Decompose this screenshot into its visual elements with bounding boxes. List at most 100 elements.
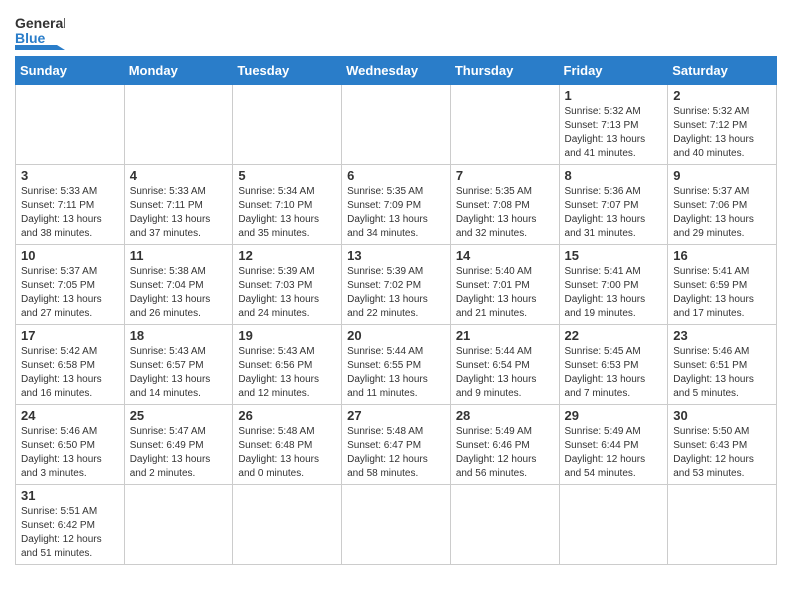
- day-number: 28: [456, 408, 554, 423]
- weekday-header-thursday: Thursday: [450, 57, 559, 85]
- calendar-cell: 13 Sunrise: 5:39 AM Sunset: 7:02 PM Dayli…: [342, 245, 451, 325]
- calendar-cell: [16, 85, 125, 165]
- day-info: Sunrise: 5:41 AM Sunset: 7:00 PM Dayligh…: [565, 265, 663, 321]
- day-number: 4: [130, 168, 228, 183]
- calendar-cell: 25Sunrise: 5:47 AM Sunset: 6:49 PM Dayli…: [124, 405, 233, 485]
- logo: General Blue: [15, 10, 65, 50]
- weekday-header-sunday: Sunday: [16, 57, 125, 85]
- day-number: 23: [673, 328, 771, 343]
- day-info: Sunrise: 5:37 AM Sunset: 7:05 PM Dayligh…: [21, 265, 119, 321]
- week-row-0: 1 Sunrise: 5:32 AM Sunset: 7:13 PM Daylig…: [16, 85, 777, 165]
- day-number: 25: [130, 408, 228, 423]
- day-number: 18: [130, 328, 228, 343]
- week-row-3: 17Sunrise: 5:42 AM Sunset: 6:58 PM Dayli…: [16, 325, 777, 405]
- weekday-header-wednesday: Wednesday: [342, 57, 451, 85]
- day-number: 31: [21, 488, 119, 503]
- day-info: Sunrise: 5:49 AM Sunset: 6:46 PM Dayligh…: [456, 425, 554, 481]
- day-info: Sunrise: 5:38 AM Sunset: 7:04 PM Dayligh…: [130, 265, 228, 321]
- day-info: Sunrise: 5:37 AM Sunset: 7:06 PM Dayligh…: [673, 185, 771, 241]
- calendar-cell: 14Sunrise: 5:40 AM Sunset: 7:01 PM Dayli…: [450, 245, 559, 325]
- page-header: General Blue: [15, 10, 777, 50]
- calendar-cell: [233, 85, 342, 165]
- calendar-cell: 18 Sunrise: 5:43 AM Sunset: 6:57 PM Dayli…: [124, 325, 233, 405]
- day-number: 21: [456, 328, 554, 343]
- day-number: 1: [565, 88, 663, 103]
- calendar-cell: 8 Sunrise: 5:36 AM Sunset: 7:07 PM Daylig…: [559, 165, 668, 245]
- day-info: Sunrise: 5:44 AM Sunset: 6:54 PM Dayligh…: [456, 345, 554, 401]
- calendar-cell: 26Sunrise: 5:48 AM Sunset: 6:48 PM Dayli…: [233, 405, 342, 485]
- day-info: Sunrise: 5:35 AM Sunset: 7:08 PM Dayligh…: [456, 185, 554, 241]
- day-number: 22: [565, 328, 663, 343]
- calendar-cell: 6 Sunrise: 5:35 AM Sunset: 7:09 PM Daylig…: [342, 165, 451, 245]
- week-row-1: 3Sunrise: 5:33 AM Sunset: 7:11 PM Daylig…: [16, 165, 777, 245]
- calendar-cell: [124, 85, 233, 165]
- day-info: Sunrise: 5:41 AM Sunset: 6:59 PM Dayligh…: [673, 265, 771, 321]
- calendar-cell: [233, 485, 342, 565]
- day-info: Sunrise: 5:36 AM Sunset: 7:07 PM Dayligh…: [565, 185, 663, 241]
- calendar-table: SundayMondayTuesdayWednesdayThursdayFrid…: [15, 56, 777, 565]
- calendar-cell: 11Sunrise: 5:38 AM Sunset: 7:04 PM Dayli…: [124, 245, 233, 325]
- day-number: 15: [565, 248, 663, 263]
- calendar-cell: 23 Sunrise: 5:46 AM Sunset: 6:51 PM Dayli…: [668, 325, 777, 405]
- calendar-cell: 10 Sunrise: 5:37 AM Sunset: 7:05 PM Dayli…: [16, 245, 125, 325]
- calendar-cell: 30 Sunrise: 5:50 AM Sunset: 6:43 PM Dayli…: [668, 405, 777, 485]
- weekday-header-tuesday: Tuesday: [233, 57, 342, 85]
- day-info: Sunrise: 5:32 AM Sunset: 7:13 PM Dayligh…: [565, 105, 663, 161]
- day-info: Sunrise: 5:34 AM Sunset: 7:10 PM Dayligh…: [238, 185, 336, 241]
- day-number: 6: [347, 168, 445, 183]
- calendar-cell: 1 Sunrise: 5:32 AM Sunset: 7:13 PM Daylig…: [559, 85, 668, 165]
- weekday-header-saturday: Saturday: [668, 57, 777, 85]
- day-number: 13: [347, 248, 445, 263]
- day-info: Sunrise: 5:46 AM Sunset: 6:51 PM Dayligh…: [673, 345, 771, 401]
- calendar-cell: [450, 85, 559, 165]
- weekday-header-monday: Monday: [124, 57, 233, 85]
- day-number: 12: [238, 248, 336, 263]
- calendar-cell: 7 Sunrise: 5:35 AM Sunset: 7:08 PM Daylig…: [450, 165, 559, 245]
- day-number: 27: [347, 408, 445, 423]
- svg-text:General: General: [15, 15, 65, 31]
- day-info: Sunrise: 5:43 AM Sunset: 6:57 PM Dayligh…: [130, 345, 228, 401]
- calendar-cell: 16Sunrise: 5:41 AM Sunset: 6:59 PM Dayli…: [668, 245, 777, 325]
- calendar-cell: [450, 485, 559, 565]
- calendar-cell: [668, 485, 777, 565]
- logo-icon: General Blue: [15, 10, 65, 50]
- calendar-cell: 28 Sunrise: 5:49 AM Sunset: 6:46 PM Dayli…: [450, 405, 559, 485]
- week-row-4: 24 Sunrise: 5:46 AM Sunset: 6:50 PM Dayli…: [16, 405, 777, 485]
- day-info: Sunrise: 5:46 AM Sunset: 6:50 PM Dayligh…: [21, 425, 119, 481]
- day-info: Sunrise: 5:48 AM Sunset: 6:47 PM Dayligh…: [347, 425, 445, 481]
- day-number: 29: [565, 408, 663, 423]
- day-number: 20: [347, 328, 445, 343]
- day-number: 30: [673, 408, 771, 423]
- day-number: 2: [673, 88, 771, 103]
- week-row-2: 10 Sunrise: 5:37 AM Sunset: 7:05 PM Dayli…: [16, 245, 777, 325]
- day-info: Sunrise: 5:39 AM Sunset: 7:02 PM Dayligh…: [347, 265, 445, 321]
- day-number: 10: [21, 248, 119, 263]
- calendar-cell: 19Sunrise: 5:43 AM Sunset: 6:56 PM Dayli…: [233, 325, 342, 405]
- day-number: 5: [238, 168, 336, 183]
- day-number: 7: [456, 168, 554, 183]
- week-row-5: 31Sunrise: 5:51 AM Sunset: 6:42 PM Dayli…: [16, 485, 777, 565]
- day-number: 14: [456, 248, 554, 263]
- day-info: Sunrise: 5:42 AM Sunset: 6:58 PM Dayligh…: [21, 345, 119, 401]
- day-info: Sunrise: 5:44 AM Sunset: 6:55 PM Dayligh…: [347, 345, 445, 401]
- calendar-cell: 3Sunrise: 5:33 AM Sunset: 7:11 PM Daylig…: [16, 165, 125, 245]
- calendar-cell: 29Sunrise: 5:49 AM Sunset: 6:44 PM Dayli…: [559, 405, 668, 485]
- calendar-cell: 4Sunrise: 5:33 AM Sunset: 7:11 PM Daylig…: [124, 165, 233, 245]
- day-info: Sunrise: 5:45 AM Sunset: 6:53 PM Dayligh…: [565, 345, 663, 401]
- calendar-cell: 27 Sunrise: 5:48 AM Sunset: 6:47 PM Dayli…: [342, 405, 451, 485]
- calendar-cell: 17Sunrise: 5:42 AM Sunset: 6:58 PM Dayli…: [16, 325, 125, 405]
- calendar-cell: 9Sunrise: 5:37 AM Sunset: 7:06 PM Daylig…: [668, 165, 777, 245]
- calendar-cell: 20 Sunrise: 5:44 AM Sunset: 6:55 PM Dayli…: [342, 325, 451, 405]
- calendar-cell: 12Sunrise: 5:39 AM Sunset: 7:03 PM Dayli…: [233, 245, 342, 325]
- day-number: 19: [238, 328, 336, 343]
- calendar-cell: [559, 485, 668, 565]
- calendar-cell: [342, 85, 451, 165]
- day-info: Sunrise: 5:35 AM Sunset: 7:09 PM Dayligh…: [347, 185, 445, 241]
- day-number: 26: [238, 408, 336, 423]
- calendar-cell: 2Sunrise: 5:32 AM Sunset: 7:12 PM Daylig…: [668, 85, 777, 165]
- day-number: 8: [565, 168, 663, 183]
- day-info: Sunrise: 5:50 AM Sunset: 6:43 PM Dayligh…: [673, 425, 771, 481]
- calendar-cell: 5 Sunrise: 5:34 AM Sunset: 7:10 PM Daylig…: [233, 165, 342, 245]
- day-number: 24: [21, 408, 119, 423]
- calendar-cell: 15 Sunrise: 5:41 AM Sunset: 7:00 PM Dayli…: [559, 245, 668, 325]
